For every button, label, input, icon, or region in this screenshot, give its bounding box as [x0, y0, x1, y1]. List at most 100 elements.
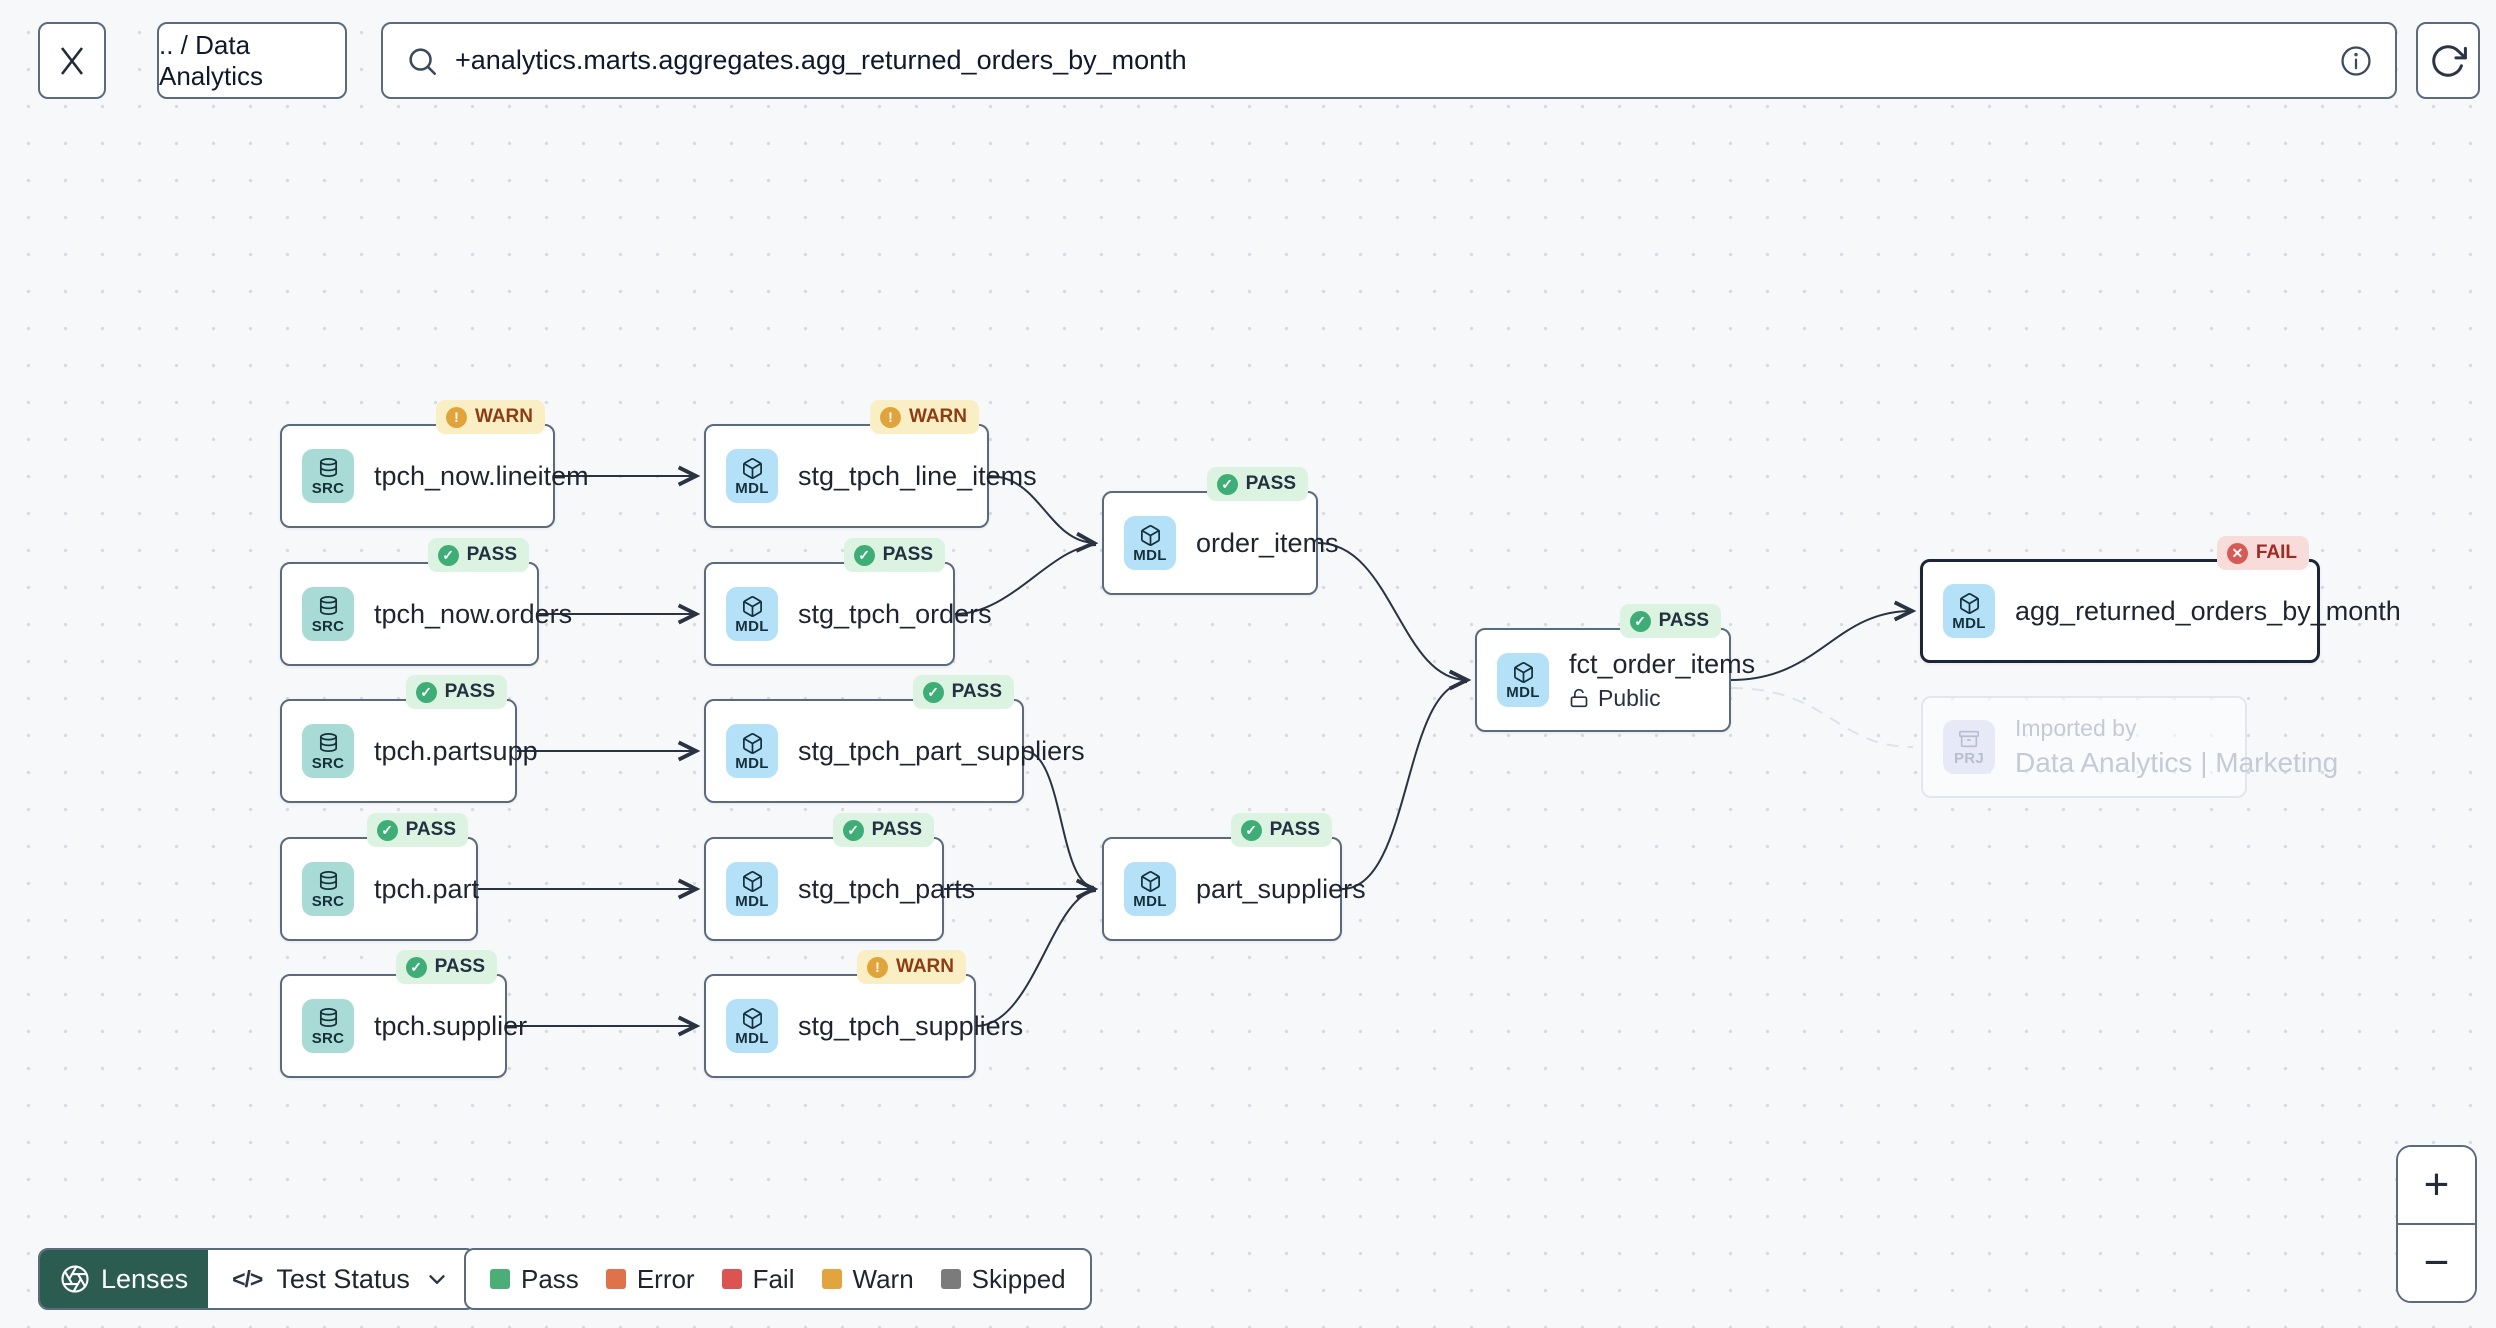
model-chip: MDL — [726, 862, 778, 916]
model-chip: MDL — [726, 449, 778, 503]
node-tpch-now-orders[interactable]: ✓ PASS SRC tpch_now.orders — [280, 538, 572, 666]
database-icon — [319, 595, 337, 615]
node-label: stg_tpch_suppliers — [798, 1010, 1024, 1041]
node-label: tpch_now.orders — [374, 598, 573, 629]
cube-icon — [1140, 524, 1160, 546]
status-badge: ✓ PASS — [1206, 467, 1308, 501]
status-badge: ✓ PASS — [912, 675, 1014, 709]
project-chip: PRJ — [1943, 720, 1995, 774]
archive-icon — [1959, 730, 1979, 748]
node-stg-tpch-parts[interactable]: ✓ PASS MDL stg_tpch_parts — [704, 813, 975, 941]
fail-swatch — [721, 1269, 742, 1289]
lenses-label: Lenses — [101, 1263, 189, 1294]
error-swatch — [605, 1269, 626, 1289]
zoom-controls: + − — [2396, 1145, 2477, 1303]
legend-item-error: Error — [605, 1264, 695, 1295]
lens-selector[interactable]: </> Test Status — [208, 1250, 474, 1308]
code-icon: </> — [232, 1265, 263, 1292]
node-order-items[interactable]: ✓ PASS MDL order_items — [1102, 467, 1339, 595]
node-label: agg_returned_orders_by_month — [2015, 595, 2401, 626]
model-chip: MDL — [1497, 653, 1549, 707]
source-chip: SRC — [302, 724, 354, 778]
status-badge: ✓ PASS — [395, 950, 497, 984]
cube-icon — [742, 732, 762, 754]
cube-icon — [742, 595, 762, 617]
warn-icon: ! — [879, 406, 901, 428]
status-badge: ! WARN — [435, 400, 545, 434]
database-icon — [319, 457, 337, 477]
database-icon — [319, 870, 337, 890]
node-tpch-supplier[interactable]: ✓ PASS SRC tpch.supplier — [280, 950, 527, 1078]
model-chip: MDL — [726, 724, 778, 778]
node-label: stg_tpch_line_items — [798, 460, 1037, 491]
source-chip: SRC — [302, 587, 354, 641]
status-badge: ✓ PASS — [366, 813, 468, 847]
aperture-icon — [61, 1265, 89, 1293]
zoom-out-button[interactable]: − — [2398, 1225, 2475, 1301]
legend-item-fail: Fail — [721, 1264, 795, 1295]
status-badge: ✓ PASS — [1619, 604, 1721, 638]
node-label: part_suppliers — [1196, 873, 1366, 904]
node-label: stg_tpch_part_suppliers — [798, 735, 1085, 766]
warn-swatch — [821, 1269, 842, 1289]
legend-item-warn: Warn — [821, 1264, 914, 1295]
cube-icon — [742, 870, 762, 892]
skipped-swatch — [940, 1269, 961, 1289]
model-chip: MDL — [726, 587, 778, 641]
pass-icon: ✓ — [1216, 473, 1238, 495]
fail-icon: ✕ — [2226, 542, 2248, 564]
node-label: tpch.supplier — [374, 1010, 528, 1041]
node-label: tpch_now.lineitem — [374, 460, 589, 491]
node-imported-project[interactable]: PRJ Imported by Data Analytics | Marketi… — [1921, 696, 2338, 798]
unlock-icon — [1570, 688, 1588, 708]
node-tpch-partsupp[interactable]: ✓ PASS SRC tpch.partsupp — [280, 675, 538, 803]
database-icon — [319, 732, 337, 752]
node-label: tpch.partsupp — [374, 735, 538, 766]
pass-icon: ✓ — [842, 819, 864, 841]
status-badge: ✓ PASS — [405, 675, 507, 709]
pass-icon: ✓ — [1240, 819, 1262, 841]
warn-icon: ! — [866, 956, 888, 978]
model-chip: MDL — [1124, 516, 1176, 570]
model-chip: MDL — [726, 999, 778, 1053]
cube-icon — [1959, 592, 1979, 614]
zoom-in-button[interactable]: + — [2398, 1147, 2475, 1225]
source-chip: SRC — [302, 999, 354, 1053]
pass-icon: ✓ — [922, 681, 944, 703]
imported-by-label: Imported by — [2015, 715, 2137, 741]
status-badge: ✓ PASS — [832, 813, 934, 847]
node-stg-tpch-part-suppliers[interactable]: ✓ PASS MDL stg_tpch_part_suppliers — [704, 675, 1085, 803]
node-part-suppliers[interactable]: ✓ PASS MDL part_suppliers — [1102, 813, 1366, 941]
node-agg-returned-orders-by-month[interactable]: ✕ FAIL MDL agg_returned_orders_by_month — [1920, 536, 2401, 663]
node-tpch-part[interactable]: ✓ PASS SRC tpch.part — [280, 813, 480, 941]
node-label: order_items — [1196, 527, 1339, 558]
lenses-button[interactable]: Lenses — [40, 1250, 209, 1308]
pass-icon: ✓ — [1629, 610, 1651, 632]
node-label: tpch.part — [374, 873, 480, 904]
model-chip: MDL — [1124, 862, 1176, 916]
node-label: stg_tpch_orders — [798, 598, 992, 629]
cube-icon — [1140, 870, 1160, 892]
legend-item-pass: Pass — [490, 1264, 579, 1295]
imported-project-name: Data Analytics | Marketing — [2015, 747, 2339, 778]
pass-icon: ✓ — [437, 544, 459, 566]
chevron-down-icon — [429, 1275, 445, 1284]
edge-stg-suppliers-part-suppliers — [975, 890, 1097, 1027]
edge-order-items-fct-order-items — [1317, 542, 1467, 680]
node-fct-order-items[interactable]: ✓ PASS MDL fct_order_items Public — [1475, 604, 1755, 732]
pass-icon: ✓ — [405, 956, 427, 978]
edge-part-suppliers-fct-order-items — [1341, 681, 1468, 890]
node-stg-tpch-orders[interactable]: ✓ PASS MDL stg_tpch_orders — [704, 538, 992, 666]
status-badge: ! WARN — [869, 400, 979, 434]
status-badge: ✓ PASS — [427, 538, 529, 572]
test-status-legend: Pass Error Fail Warn Skipped — [464, 1248, 1092, 1310]
edge-stg-part-suppliers-part-suppliers — [1023, 750, 1095, 888]
node-stg-tpch-line-items[interactable]: ! WARN MDL stg_tpch_line_items — [704, 400, 1037, 528]
lens-control: Lenses </> Test Status — [38, 1248, 476, 1310]
node-tpch-now-lineitem[interactable]: ! WARN SRC tpch_now.lineitem — [280, 400, 589, 528]
status-badge: ! WARN — [856, 950, 966, 984]
database-icon — [319, 1007, 337, 1027]
node-label: stg_tpch_parts — [798, 873, 976, 904]
warn-icon: ! — [445, 406, 467, 428]
node-stg-tpch-suppliers[interactable]: ! WARN MDL stg_tpch_suppliers — [704, 950, 1023, 1078]
